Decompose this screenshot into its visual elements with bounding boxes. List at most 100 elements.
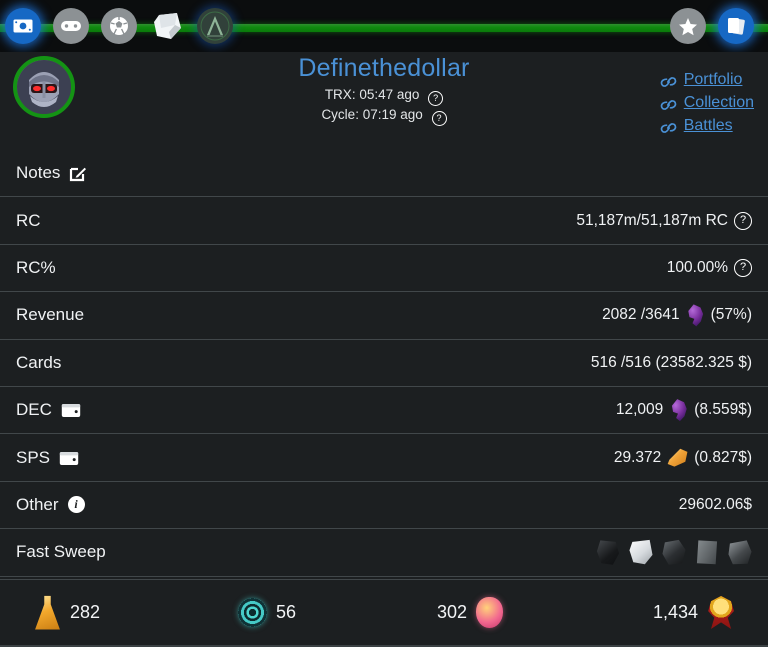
nav-packs-button[interactable] bbox=[149, 8, 185, 44]
row-label: Other i bbox=[16, 495, 85, 515]
notes-label: Notes bbox=[16, 163, 61, 183]
row-value-group: 51,187m/51,187m RC ? bbox=[576, 211, 752, 230]
pack-card-icon[interactable] bbox=[696, 540, 718, 565]
info-icon[interactable]: i bbox=[67, 496, 85, 514]
pack-white-icon[interactable] bbox=[629, 539, 653, 565]
nav-favorites-button[interactable] bbox=[670, 8, 706, 44]
fast-sweep-pack-group bbox=[596, 539, 752, 565]
sps-usd: (0.827$) bbox=[694, 448, 752, 466]
link-portfolio-label: Portfolio bbox=[683, 71, 743, 88]
gold-potion-icon bbox=[35, 595, 60, 630]
row-rc-percent[interactable]: RC% 100.00% ? bbox=[0, 245, 768, 293]
top-navigation-bar bbox=[0, 0, 768, 52]
status-potion-pink[interactable]: 302 bbox=[437, 597, 504, 628]
rc-help-icon[interactable]: ? bbox=[734, 211, 752, 230]
row-value: 516 /516 (23582.325 $) bbox=[590, 353, 752, 371]
gamepad-icon bbox=[60, 19, 82, 33]
spiral-icon bbox=[238, 598, 267, 627]
row-dec[interactable]: DEC 12,009 (8.559$) bbox=[0, 387, 768, 435]
edit-pencil-icon[interactable] bbox=[69, 164, 87, 182]
status-medal[interactable]: 1,434 bbox=[653, 596, 735, 629]
row-notes[interactable]: Notes bbox=[0, 150, 768, 198]
row-other[interactable]: Other i 29602.06$ bbox=[0, 482, 768, 530]
gold-potion-count: 282 bbox=[70, 602, 101, 622]
link-portfolio[interactable]: Portfolio bbox=[660, 68, 754, 91]
cards-icon bbox=[725, 16, 747, 36]
row-value-group: 2082 /3641 (57%) bbox=[602, 304, 752, 327]
sps-value: 29.372 bbox=[613, 448, 662, 466]
money-icon bbox=[13, 19, 33, 33]
spiral-count: 56 bbox=[276, 602, 297, 622]
row-label: RC% bbox=[16, 257, 56, 277]
pack-chest-icon[interactable] bbox=[728, 540, 752, 565]
pink-potion-count: 302 bbox=[437, 602, 468, 622]
app-root: Definethedollar TRX: 05:47 ago ? Cycle: … bbox=[0, 0, 768, 647]
link-battles-label: Battles bbox=[683, 117, 733, 134]
nav-games-button[interactable] bbox=[53, 8, 89, 44]
rc-percent-help-icon[interactable]: ? bbox=[734, 258, 752, 277]
row-value-group: 29.372 (0.827$) bbox=[614, 448, 752, 467]
row-label: Cards bbox=[16, 352, 62, 372]
nav-icon-group bbox=[0, 0, 768, 52]
row-label: RC bbox=[16, 210, 41, 230]
sps-label: SPS bbox=[16, 447, 51, 467]
cycle-help-icon[interactable]: ? bbox=[431, 111, 447, 126]
sync-status: TRX: 05:47 ago ? Cycle: 07:19 ago ? bbox=[0, 86, 768, 126]
row-value: 29602.06$ bbox=[678, 495, 752, 513]
nav-collection-button[interactable] bbox=[718, 8, 754, 44]
row-value-group: 12,009 (8.559$) bbox=[615, 399, 752, 422]
dec-token-icon bbox=[671, 399, 687, 422]
external-links: Portfolio Collection Battles bbox=[660, 68, 754, 137]
dec-usd: (8.559$) bbox=[694, 401, 752, 419]
dec-value: 12,009 bbox=[615, 401, 664, 419]
pack-dark-icon[interactable] bbox=[596, 540, 620, 565]
cycle-status-line: Cycle: 07:19 ago ? bbox=[0, 106, 768, 126]
row-cards[interactable]: Cards 516 /516 (23582.325 $) bbox=[0, 340, 768, 387]
nav-emblem-button[interactable] bbox=[197, 8, 233, 44]
wallet-icon[interactable] bbox=[59, 450, 79, 466]
cycle-value: 07:19 ago bbox=[362, 107, 423, 122]
revenue-percent: (57%) bbox=[710, 306, 752, 324]
page-title: Definethedollar bbox=[298, 54, 470, 82]
trx-help-icon[interactable]: ? bbox=[428, 91, 444, 106]
chain-link-icon bbox=[660, 96, 677, 110]
chain-link-icon bbox=[660, 73, 677, 87]
row-label: Fast Sweep bbox=[16, 542, 106, 562]
row-revenue[interactable]: Revenue 2082 /3641 (57%) bbox=[0, 292, 768, 340]
trx-status-line: TRX: 05:47 ago ? bbox=[0, 86, 768, 106]
trx-value: 05:47 ago bbox=[359, 87, 420, 102]
link-collection-label: Collection bbox=[683, 94, 754, 111]
star-icon bbox=[678, 17, 698, 36]
nav-money-button[interactable] bbox=[5, 8, 41, 44]
other-label: Other bbox=[16, 494, 59, 514]
cycle-label: Cycle: bbox=[321, 107, 359, 122]
nav-battles-button[interactable] bbox=[101, 8, 137, 44]
pink-potion-icon bbox=[476, 597, 504, 628]
emblem-a-icon bbox=[200, 11, 230, 41]
card-pack-icon bbox=[151, 10, 183, 42]
identity-header: Definethedollar TRX: 05:47 ago ? Cycle: … bbox=[0, 52, 768, 150]
row-sps[interactable]: SPS 29.372 (0.827$) bbox=[0, 434, 768, 482]
pack-grey-icon[interactable] bbox=[662, 539, 686, 565]
sps-token-icon bbox=[667, 448, 688, 467]
stats-list: Notes RC 51,187m/51,187m RC ? RC% 100.00… bbox=[0, 150, 768, 582]
medal-count: 1,434 bbox=[653, 602, 699, 622]
status-potion-gold[interactable]: 282 bbox=[34, 595, 101, 630]
row-fast-sweep[interactable]: Fast Sweep bbox=[0, 529, 768, 577]
status-spiral[interactable]: 56 bbox=[238, 598, 296, 627]
row-label: SPS bbox=[16, 448, 79, 468]
bottom-status-bar: 282 56 302 1,434 bbox=[0, 579, 768, 647]
chain-link-icon bbox=[660, 119, 677, 133]
dec-token-icon bbox=[688, 304, 704, 327]
dec-label: DEC bbox=[16, 400, 52, 420]
link-battles[interactable]: Battles bbox=[660, 114, 754, 137]
wallet-icon[interactable] bbox=[61, 402, 81, 418]
medal-icon bbox=[708, 596, 734, 629]
trx-label: TRX: bbox=[324, 87, 356, 102]
revenue-value: 2082 /3641 bbox=[602, 306, 680, 324]
row-rc[interactable]: RC 51,187m/51,187m RC ? bbox=[0, 197, 768, 245]
soccer-ball-icon bbox=[109, 16, 129, 36]
row-label: DEC bbox=[16, 400, 81, 420]
row-label: Notes bbox=[16, 163, 87, 183]
link-collection[interactable]: Collection bbox=[660, 91, 754, 114]
